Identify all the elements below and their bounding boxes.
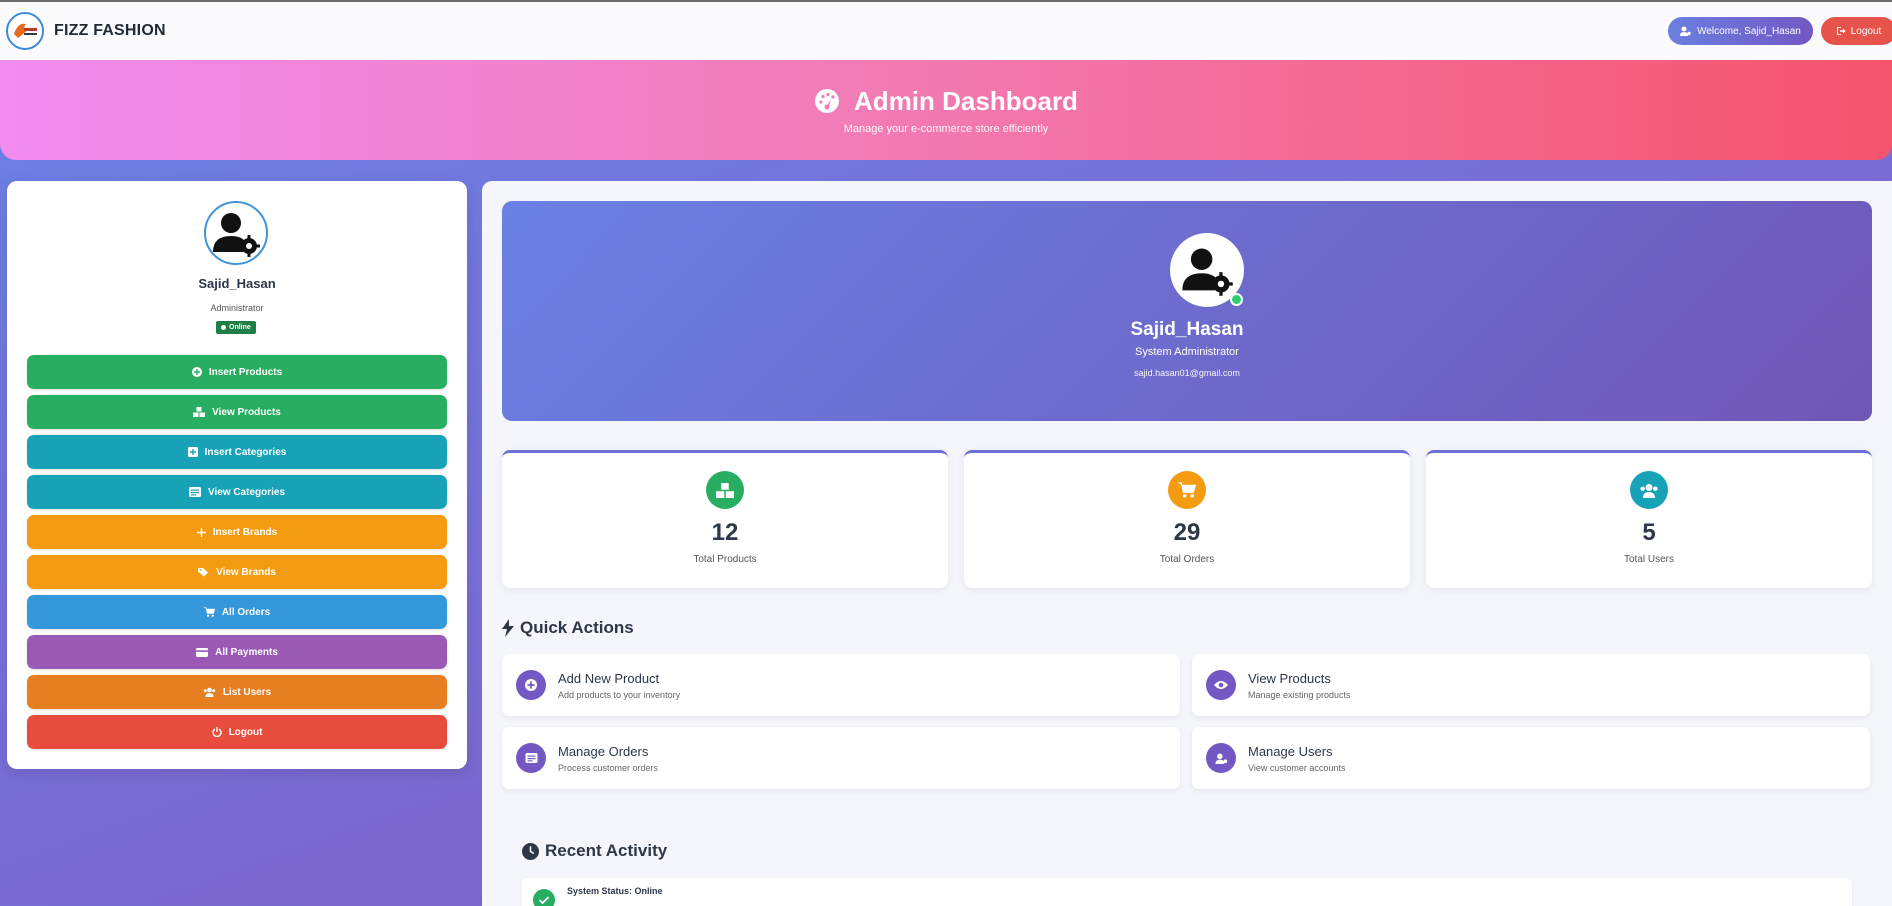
activity-item: System Status: Online (522, 878, 1852, 906)
user-cog-icon (1680, 26, 1691, 36)
profile-card: Sajid_Hasan System Administrator sajid.h… (502, 201, 1872, 421)
quick-action-add-product[interactable]: Add New Product Add products to your inv… (502, 654, 1180, 716)
tachometer-icon (815, 89, 840, 113)
logo-icon (9, 15, 41, 47)
status-badge: Online (216, 321, 256, 334)
brand-name[interactable]: FIZZ FASHION (54, 22, 166, 40)
nav-view-brands[interactable]: View Brands (27, 555, 447, 589)
quick-actions-title: Quick Actions (502, 618, 634, 638)
stat-label: Total Products (693, 554, 757, 565)
admin-user-icon (1182, 248, 1233, 296)
plus-circle-icon (191, 367, 202, 377)
stat-value: 5 (1642, 519, 1656, 546)
status-label: Online (229, 324, 251, 331)
nav-label: All Orders (221, 606, 271, 618)
check-icon (539, 896, 549, 904)
nav-list-users[interactable]: List Users (27, 675, 447, 709)
page-title: Admin Dashboard (854, 85, 1078, 116)
welcome-label: Welcome, Sajid_Hasan (1697, 25, 1801, 37)
stat-card-orders: 29 Total Orders (964, 450, 1410, 588)
header-logout-button[interactable]: Logout (1821, 17, 1892, 45)
quick-action-manage-users[interactable]: Manage Users View customer accounts (1192, 727, 1870, 789)
quick-action-desc: Manage existing products (1248, 689, 1351, 700)
quick-action-title: Add New Product (558, 670, 660, 686)
quick-action-desc: Add products to your inventory (558, 689, 681, 700)
plus-square-icon (187, 447, 198, 457)
quick-action-desc: View customer accounts (1248, 762, 1346, 773)
nav-label: View Categories (207, 486, 286, 498)
nav-all-payments[interactable]: All Payments (27, 635, 447, 669)
nav-label: Logout (228, 726, 263, 738)
admin-user-icon (213, 213, 260, 257)
nav-all-orders[interactable]: All Orders (27, 595, 447, 629)
nav-label: List Users (222, 686, 272, 698)
nav-view-categories[interactable]: View Categories (27, 475, 447, 509)
profile-email: sajid.hasan01@gmail.com (1134, 368, 1240, 378)
nav-label: Insert Categories (204, 446, 287, 458)
nav-label: View Brands (216, 566, 276, 578)
nav-view-products[interactable]: View Products (27, 395, 447, 429)
brand-logo[interactable] (6, 12, 44, 50)
quick-action-title: Manage Orders (558, 743, 649, 759)
power-icon (211, 727, 222, 737)
stat-value: 29 (1173, 519, 1201, 546)
credit-card-icon (196, 647, 209, 657)
boxes-icon (193, 407, 206, 417)
plus-icon (196, 527, 206, 537)
nav-label: Insert Products (208, 366, 283, 378)
cart-icon (203, 607, 215, 617)
profile-name: Sajid_Hasan (1130, 319, 1244, 340)
sign-out-icon (1836, 27, 1846, 35)
nav-insert-products[interactable]: Insert Products (27, 355, 447, 389)
nav-label: All Payments (215, 646, 278, 658)
quick-action-desc: Process customer orders (558, 762, 659, 773)
top-navbar: FIZZ FASHION (0, 0, 1892, 60)
stat-card-products: 12 Total Products (502, 450, 948, 588)
plus-circle-icon (525, 679, 537, 691)
quick-action-title: Manage Users (1248, 743, 1333, 759)
eye-icon (1214, 681, 1228, 689)
online-indicator-icon (1230, 293, 1243, 306)
stat-value: 12 (711, 519, 739, 546)
quick-action-title: View Products (1248, 670, 1331, 686)
stat-label: Total Users (1623, 554, 1674, 565)
boxes-icon (716, 482, 734, 498)
nav-logout[interactable]: Logout (27, 715, 447, 749)
profile-role: System Administrator (1135, 346, 1239, 358)
stat-label: Total Orders (1159, 554, 1215, 565)
nav-insert-categories[interactable]: Insert Categories (27, 435, 447, 469)
bolt-icon (502, 619, 514, 637)
users-icon (203, 687, 216, 697)
nav-label: Insert Brands (212, 526, 278, 538)
status-dot-icon (221, 325, 226, 330)
clock-icon (522, 842, 539, 860)
stat-card-users: 5 Total Users (1426, 450, 1872, 588)
recent-activity-title: Recent Activity (522, 841, 667, 861)
nav-insert-brands[interactable]: Insert Brands (27, 515, 447, 549)
tags-icon (198, 568, 209, 577)
list-alt-icon (525, 753, 537, 763)
page-subtitle: Manage your e-commerce store efficiently (843, 122, 1049, 135)
users-icon (1640, 483, 1658, 498)
quick-action-view-products[interactable]: View Products Manage existing products (1192, 654, 1870, 716)
list-icon (188, 487, 201, 497)
welcome-button[interactable]: Welcome, Sajid_Hasan (1668, 17, 1813, 45)
quick-action-manage-orders[interactable]: Manage Orders Process customer orders (502, 727, 1180, 789)
activity-text: System Status: Online (567, 886, 663, 896)
cart-icon (1178, 482, 1196, 498)
user-cog-icon (1214, 753, 1227, 764)
sidebar-username: Sajid_Hasan (198, 276, 276, 291)
sidebar-role: Administrator (210, 303, 264, 313)
dashboard-hero: Admin Dashboard Manage your e-commerce s… (0, 60, 1892, 160)
sidebar: Sajid_Hasan Administrator Online Insert … (7, 181, 467, 769)
main-content: Sajid_Hasan System Administrator sajid.h… (482, 181, 1892, 906)
avatar (204, 201, 268, 265)
logout-label: Logout (1850, 25, 1882, 37)
nav-label: View Products (212, 406, 281, 418)
